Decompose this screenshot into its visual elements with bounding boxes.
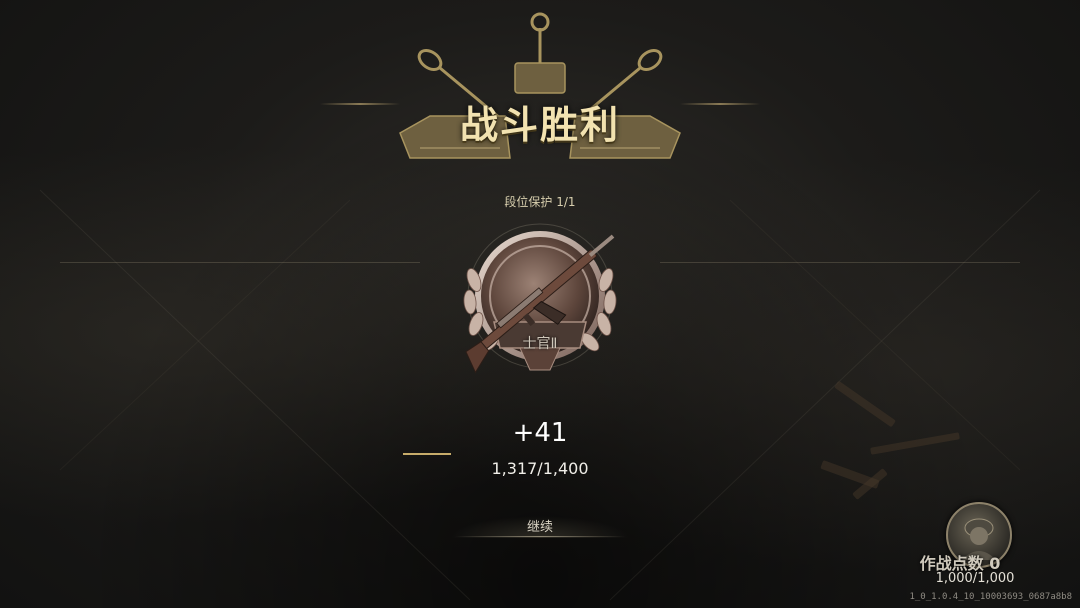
banner-wing-left bbox=[320, 103, 400, 105]
rank-name: 士官Ⅱ bbox=[522, 336, 558, 352]
continue-underline bbox=[455, 536, 625, 537]
continue-label: 继续 bbox=[526, 520, 553, 535]
victory-banner: 战斗胜利 bbox=[390, 8, 690, 173]
banner-wing-right bbox=[680, 103, 760, 105]
rank-badge bbox=[463, 223, 617, 374]
rank-progress-marker bbox=[403, 453, 451, 455]
combat-points-value: 1,000/1,000 bbox=[935, 571, 1015, 586]
divider-right bbox=[660, 262, 1020, 263]
continue-button[interactable]: 继续 bbox=[450, 516, 630, 538]
rank-progress-text: 1,317/1,400 bbox=[491, 459, 589, 478]
divider-left bbox=[60, 262, 420, 263]
victory-title: 战斗胜利 bbox=[459, 102, 620, 147]
rank-points-delta: +41 bbox=[512, 418, 568, 448]
version-string: 1_0_1.0.4_10_10003693_0687a8b8 bbox=[909, 592, 1072, 602]
rank-protection-text: 段位保护 1/1 bbox=[504, 195, 576, 209]
